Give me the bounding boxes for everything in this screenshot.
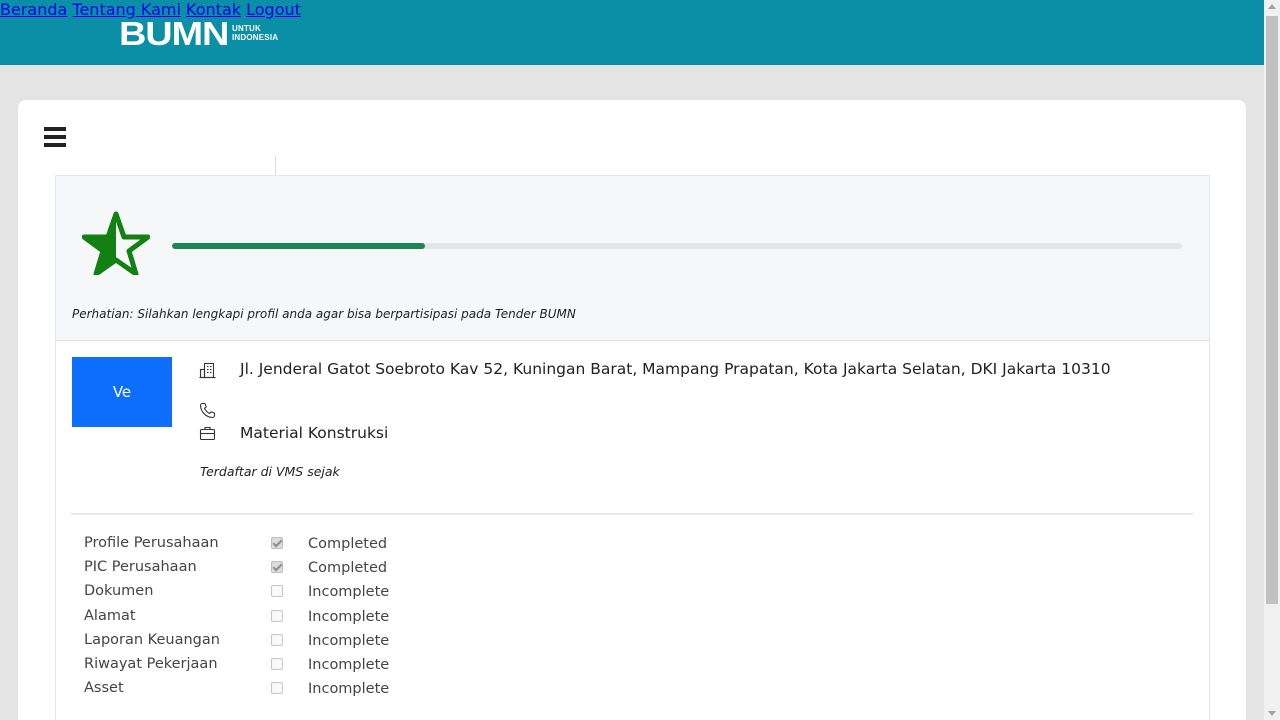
- status-label: Laporan Keuangan: [84, 631, 220, 648]
- building-icon: [199, 362, 216, 379]
- logo-main-text: BUMN: [119, 14, 229, 52]
- status-value: Incomplete: [308, 657, 390, 673]
- status-checkbox[interactable]: [271, 561, 283, 574]
- status-label: Alamat: [84, 607, 136, 624]
- bumn-logo[interactable]: BUMN UNTUK INDONESIA: [119, 14, 278, 52]
- star-icon: [82, 211, 150, 275]
- status-value: Incomplete: [308, 632, 390, 649]
- logo-sub-line-2: INDONESIA: [231, 33, 279, 42]
- briefcase-icon: [199, 426, 216, 441]
- status-value: Incomplete: [308, 608, 390, 625]
- profile-progress-fill: [172, 243, 425, 249]
- company-category: Material Konstruksi: [240, 424, 389, 442]
- status-checkbox[interactable]: [271, 682, 283, 695]
- status-value: Incomplete: [308, 584, 390, 601]
- status-value: Completed: [308, 536, 388, 552]
- hamburger-menu-icon[interactable]: [44, 127, 66, 147]
- profile-progress-bar: [172, 243, 1182, 249]
- status-row: Asset Incomplete: [84, 680, 484, 702]
- status-value: Completed: [308, 560, 388, 577]
- profile-notice: Perhatian: Silahkan lengkapi profil anda…: [72, 307, 576, 321]
- company-avatar[interactable]: Ve: [72, 357, 172, 427]
- profile-panel: Perhatian: Silahkan lengkapi profil anda…: [55, 175, 1210, 720]
- sidebar-divider: [275, 156, 276, 176]
- status-row: Riwayat Pekerjaan Incomplete: [84, 656, 484, 678]
- logo-sub-line-1: UNTUK: [231, 24, 261, 33]
- scroll-up-arrow-icon[interactable]: [1268, 4, 1276, 9]
- status-checkbox[interactable]: [271, 585, 283, 598]
- page-scrollbar[interactable]: [1264, 0, 1280, 720]
- status-label: Dokumen: [84, 583, 154, 600]
- company-address: Jl. Jenderal Gatot Soebroto Kav 52, Kuni…: [240, 360, 1111, 378]
- status-row: PIC Perusahaan Completed: [84, 559, 484, 581]
- status-value: Incomplete: [308, 681, 390, 698]
- status-label: Riwayat Pekerjaan: [84, 656, 218, 672]
- status-label: Asset: [84, 680, 124, 697]
- status-checkbox[interactable]: [271, 537, 283, 549]
- status-checkbox[interactable]: [271, 658, 283, 670]
- registered-since: Terdaftar di VMS sejak: [200, 464, 340, 479]
- logo-sub-text: UNTUK INDONESIA: [232, 24, 278, 42]
- nav-link-beranda[interactable]: Beranda: [0, 0, 67, 19]
- status-row: Dokumen Incomplete: [84, 583, 484, 605]
- status-checkbox[interactable]: [271, 633, 283, 646]
- scrollbar-thumb[interactable]: [1266, 16, 1278, 604]
- status-label: Profile Perusahaan: [84, 535, 219, 551]
- top-navbar: BUMN UNTUK INDONESIA Beranda Tentang Kam…: [0, 0, 1264, 65]
- phone-icon: [199, 402, 216, 419]
- status-row: Laporan Keuangan Incomplete: [84, 632, 484, 654]
- profile-progress-header: Perhatian: Silahkan lengkapi profil anda…: [56, 176, 1209, 341]
- section-divider: [71, 513, 1193, 515]
- status-label: PIC Perusahaan: [84, 559, 197, 576]
- scroll-down-arrow-icon[interactable]: [1268, 711, 1276, 716]
- status-checkbox[interactable]: [271, 609, 283, 622]
- status-row: Alamat Incomplete: [84, 608, 484, 630]
- status-row: Profile Perusahaan Completed: [84, 535, 484, 557]
